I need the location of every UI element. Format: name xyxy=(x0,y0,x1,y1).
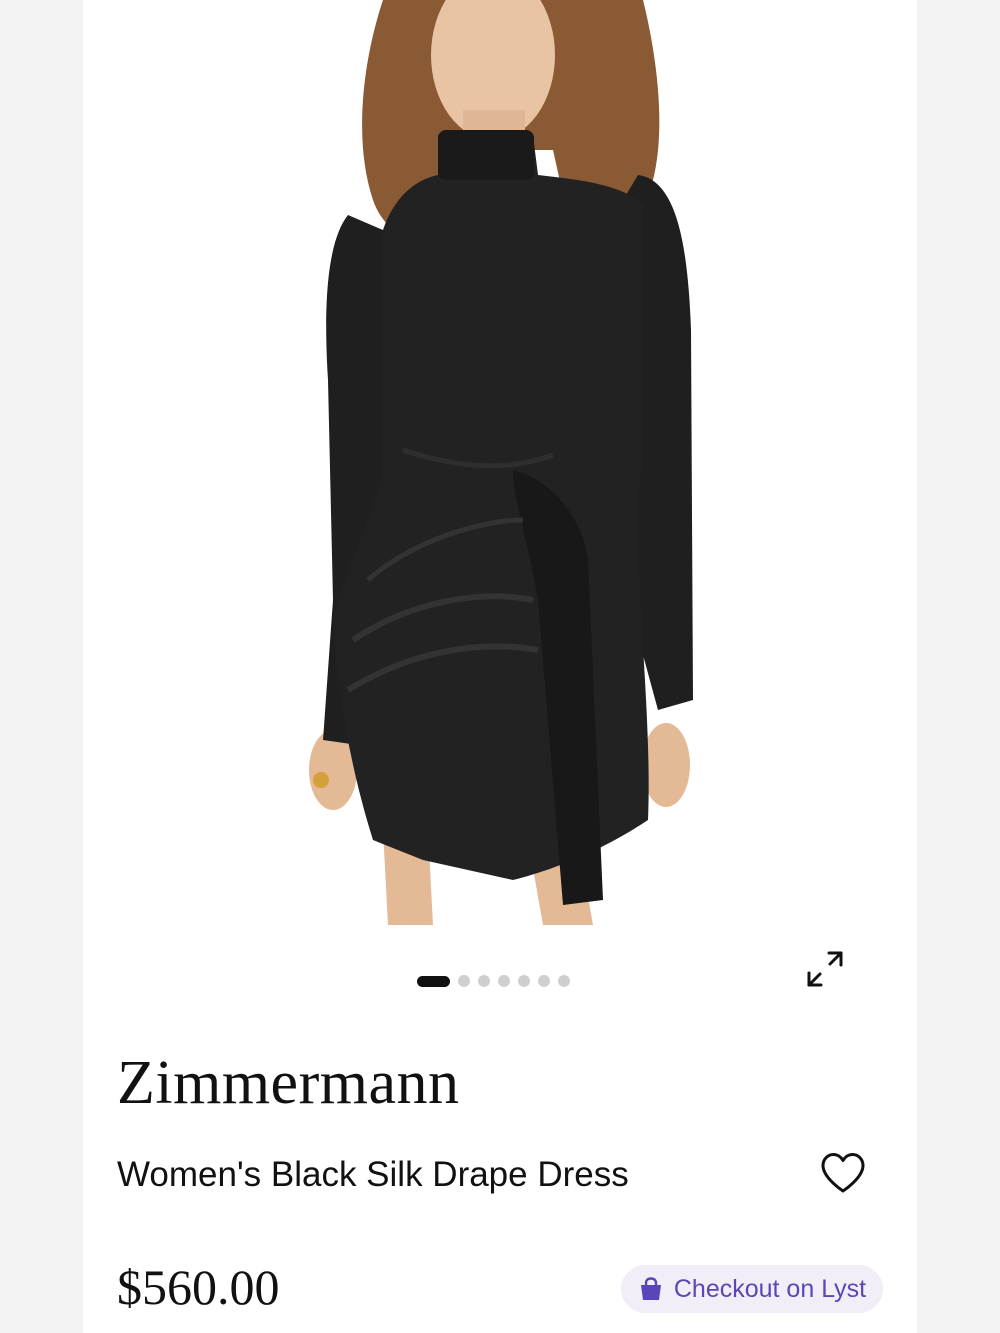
product-price: $560.00 xyxy=(117,1259,280,1315)
carousel-dot[interactable] xyxy=(518,975,530,987)
dress-photo xyxy=(83,0,917,930)
checkout-on-lyst-button[interactable]: Checkout on Lyst xyxy=(621,1265,883,1313)
shopping-bag-icon xyxy=(640,1277,661,1300)
carousel-dot[interactable] xyxy=(458,975,470,987)
carousel-dot[interactable] xyxy=(478,975,490,987)
page-margin-left xyxy=(0,0,83,1333)
product-card: Zimmermann Women's Black Silk Drape Dres… xyxy=(83,0,917,1333)
expand-arrows-icon xyxy=(807,951,843,987)
brand-name[interactable]: Zimmermann xyxy=(117,1052,459,1114)
page-margin-right xyxy=(917,0,1000,1333)
carousel-dot[interactable] xyxy=(558,975,570,987)
carousel-dot[interactable] xyxy=(498,975,510,987)
carousel-dot[interactable] xyxy=(538,975,550,987)
checkout-label: Checkout on Lyst xyxy=(673,1274,867,1303)
favorite-button[interactable] xyxy=(816,1148,870,1198)
heart-outline-icon xyxy=(821,1153,865,1193)
product-title: Women's Black Silk Drape Dress xyxy=(117,1155,629,1194)
carousel-dot-active[interactable] xyxy=(417,975,450,987)
image-carousel-dots[interactable] xyxy=(417,975,570,987)
expand-image-button[interactable] xyxy=(800,944,850,994)
product-image[interactable] xyxy=(83,0,917,930)
